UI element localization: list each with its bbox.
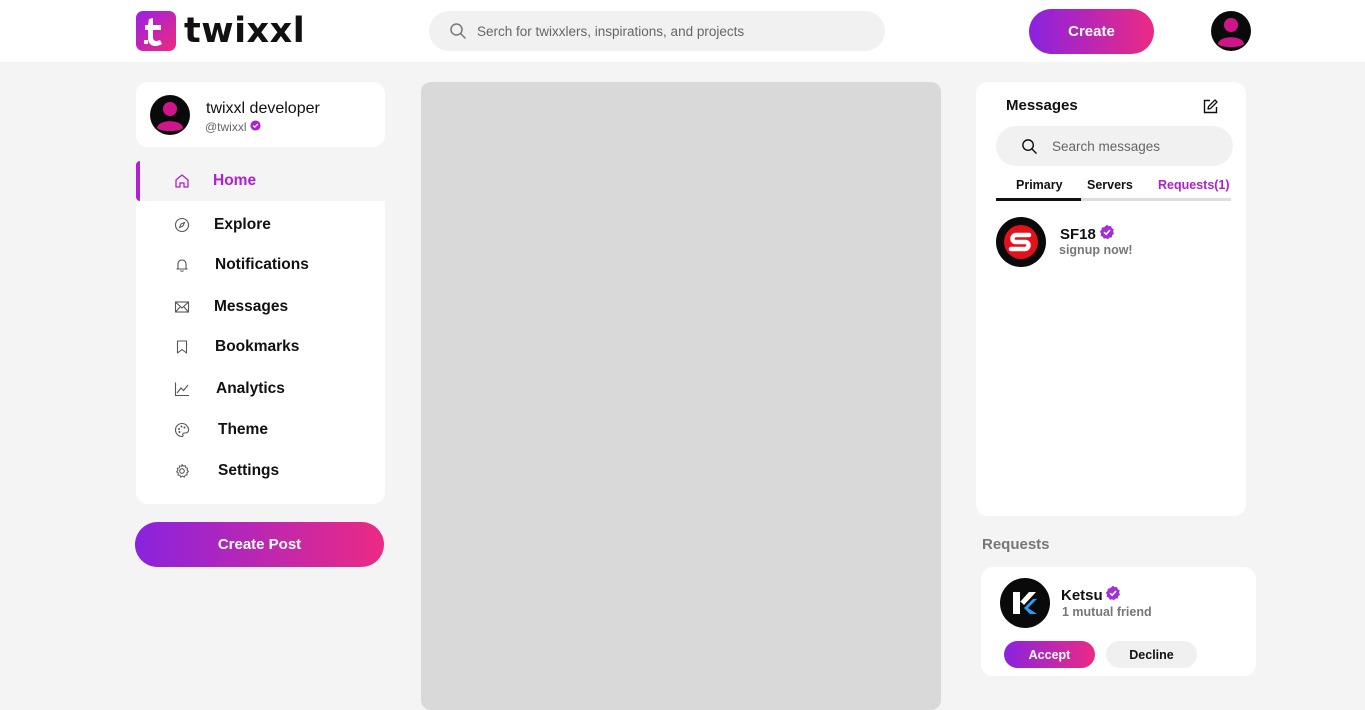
create-button[interactable]: Create bbox=[1029, 9, 1154, 54]
app-name: twixxl bbox=[184, 11, 306, 51]
messages-search-input[interactable] bbox=[1052, 126, 1222, 166]
tab-primary[interactable]: Primary bbox=[1016, 178, 1063, 192]
sidebar-item-messages[interactable]: Messages bbox=[136, 287, 385, 327]
messages-search[interactable] bbox=[996, 126, 1233, 166]
decline-button[interactable]: Decline bbox=[1106, 641, 1197, 668]
mutual-friends: 1 mutual friend bbox=[1062, 605, 1152, 619]
logo-mark-icon bbox=[136, 11, 176, 51]
sidebar-item-analytics[interactable]: Analytics bbox=[136, 369, 385, 409]
profile-card[interactable]: twixxl developer @twixxl bbox=[136, 82, 385, 147]
compass-icon bbox=[174, 217, 190, 233]
tab-servers[interactable]: Servers bbox=[1087, 178, 1133, 192]
accept-button[interactable]: Accept bbox=[1004, 641, 1095, 668]
messages-title: Messages bbox=[1006, 97, 1078, 114]
conversation-preview: signup now! bbox=[1059, 243, 1133, 257]
feed-panel bbox=[421, 82, 941, 710]
requests-heading: Requests bbox=[982, 536, 1050, 553]
search-input[interactable] bbox=[477, 11, 867, 51]
request-avatar bbox=[1000, 578, 1050, 628]
search-icon bbox=[449, 22, 467, 45]
sidebar-item-label: Messages bbox=[214, 298, 289, 315]
sidebar-item-label: Settings bbox=[218, 462, 280, 479]
sidebar-item-explore[interactable]: Explore bbox=[136, 205, 385, 245]
global-search[interactable] bbox=[429, 11, 885, 51]
messages-panel: Messages Primary Servers Requests(1) SF1… bbox=[976, 82, 1246, 516]
sidebar-item-label: Bookmarks bbox=[215, 338, 300, 355]
sidebar-item-label: Notifications bbox=[215, 256, 309, 273]
sidebar-item-theme[interactable]: Theme bbox=[136, 410, 385, 450]
sidebar-item-label: Analytics bbox=[216, 380, 285, 397]
user-avatar[interactable] bbox=[1211, 11, 1251, 51]
conversation-name-row: SF18 bbox=[1060, 224, 1115, 244]
gear-icon bbox=[174, 463, 190, 479]
verified-badge-icon bbox=[1105, 585, 1121, 605]
conversation-name: SF18 bbox=[1060, 225, 1096, 243]
sidebar-item-home[interactable]: Home bbox=[136, 161, 385, 201]
app-logo[interactable]: twixxl bbox=[136, 11, 305, 51]
sidebar-item-notifications[interactable]: Notifications bbox=[136, 245, 385, 285]
profile-avatar bbox=[150, 95, 190, 135]
sidebar-item-settings[interactable]: Settings bbox=[136, 451, 385, 491]
profile-handle: @twixxl bbox=[205, 120, 247, 134]
request-card: Ketsu 1 mutual friend Accept Decline bbox=[981, 567, 1256, 676]
profile-name: twixxl developer bbox=[206, 100, 320, 117]
active-tab-indicator bbox=[996, 198, 1081, 201]
sidebar-nav: Home Explore Notifications Messages Book… bbox=[136, 161, 385, 504]
top-bar: twixxl Create bbox=[0, 0, 1365, 62]
create-post-button[interactable]: Create Post bbox=[135, 522, 384, 567]
profile-handle-row: @twixxl bbox=[205, 120, 261, 134]
sidebar-item-label: Home bbox=[213, 172, 257, 189]
sidebar-item-bookmarks[interactable]: Bookmarks bbox=[136, 327, 385, 367]
conversation-item[interactable]: SF18 signup now! bbox=[996, 216, 1236, 268]
envelope-icon bbox=[174, 299, 190, 315]
compose-icon[interactable] bbox=[1203, 99, 1218, 119]
verified-badge-icon bbox=[249, 120, 261, 134]
sidebar-item-label: Explore bbox=[214, 216, 271, 233]
messages-tabs: Primary Servers Requests(1) bbox=[996, 176, 1231, 201]
conversation-avatar bbox=[996, 217, 1046, 267]
bell-icon bbox=[174, 257, 190, 273]
request-name: Ketsu bbox=[1061, 586, 1103, 604]
tab-requests[interactable]: Requests(1) bbox=[1158, 178, 1230, 192]
request-name-row: Ketsu bbox=[1061, 585, 1121, 605]
search-icon bbox=[1021, 138, 1038, 160]
chart-icon bbox=[174, 381, 190, 397]
bookmark-icon bbox=[174, 339, 190, 355]
verified-badge-icon bbox=[1099, 224, 1115, 244]
sidebar-item-label: Theme bbox=[218, 421, 268, 438]
palette-icon bbox=[174, 422, 190, 438]
home-icon bbox=[174, 173, 190, 189]
